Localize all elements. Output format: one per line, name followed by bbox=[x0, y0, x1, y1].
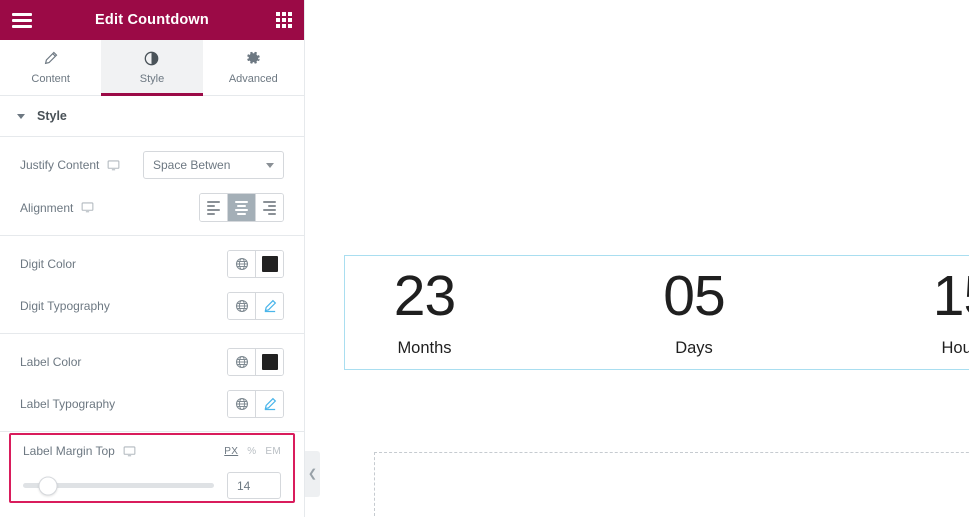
digit-color-global-button[interactable] bbox=[228, 251, 256, 277]
label-margin-top-slider-row: 14 bbox=[23, 472, 281, 499]
label-controls-group: Label Color Label Typography bbox=[0, 334, 304, 432]
justify-content-value: Space Betwen bbox=[153, 158, 231, 172]
globe-icon bbox=[235, 257, 248, 271]
label-margin-top-input[interactable]: 14 bbox=[227, 472, 281, 499]
tab-content[interactable]: Content bbox=[0, 40, 101, 95]
label-typography-controls bbox=[227, 390, 284, 418]
label-typography-label: Label Typography bbox=[20, 397, 116, 411]
countdown-item: 05 Days bbox=[647, 256, 742, 369]
label-color-global-button[interactable] bbox=[228, 349, 256, 375]
chevron-down-icon bbox=[266, 162, 274, 168]
alignment-choice-group bbox=[199, 193, 284, 222]
justify-content-select[interactable]: Space Betwen bbox=[143, 151, 284, 179]
unit-em[interactable]: EM bbox=[265, 446, 281, 457]
unit-px[interactable]: PX bbox=[224, 446, 238, 457]
elementor-editor-screen: Edit Countdown Content Style Advanced St… bbox=[0, 0, 969, 517]
countdown-label: Months bbox=[397, 338, 452, 357]
digit-color-swatch-button[interactable] bbox=[256, 251, 283, 277]
globe-icon bbox=[235, 397, 248, 411]
unit-percent[interactable]: % bbox=[247, 446, 256, 457]
empty-section-dropzone[interactable] bbox=[374, 452, 969, 517]
tab-advanced[interactable]: Advanced bbox=[203, 40, 304, 95]
editor-side-panel: Edit Countdown Content Style Advanced St… bbox=[0, 0, 305, 517]
layout-controls-group: Justify Content Space Betwen Alignment bbox=[0, 137, 304, 236]
tab-style[interactable]: Style bbox=[101, 40, 203, 96]
digit-color-label: Digit Color bbox=[20, 257, 77, 271]
label-margin-top-slider[interactable] bbox=[23, 476, 214, 495]
label-color-label: Label Color bbox=[20, 355, 82, 369]
label-color-swatch bbox=[261, 354, 278, 370]
panel-header: Edit Countdown bbox=[0, 0, 304, 40]
style-section-title: Style bbox=[37, 109, 67, 123]
align-center-icon bbox=[235, 200, 248, 215]
tab-advanced-label: Advanced bbox=[228, 72, 278, 85]
page-title: Edit Countdown bbox=[95, 12, 209, 28]
style-section-header[interactable]: Style bbox=[0, 96, 304, 137]
label-color-controls bbox=[227, 348, 284, 376]
align-right-button[interactable] bbox=[256, 194, 283, 221]
pencil-icon bbox=[43, 51, 58, 66]
digit-color-controls bbox=[227, 250, 284, 278]
alignment-label: Alignment bbox=[20, 200, 74, 215]
countdown-digit: 15 bbox=[932, 263, 969, 328]
unit-switcher: PX % EM bbox=[224, 446, 281, 457]
slider-handle[interactable] bbox=[38, 476, 58, 495]
control-label-margin-top: Label Margin Top PX % EM 14 bbox=[9, 433, 295, 503]
chevron-left-icon: ❮ bbox=[307, 467, 318, 480]
digit-typography-edit-button[interactable] bbox=[256, 293, 283, 319]
digit-typography-global-button[interactable] bbox=[228, 293, 256, 319]
digit-typography-label: Digit Typography bbox=[20, 299, 110, 313]
countdown-item: 15 Hours bbox=[916, 256, 969, 369]
justify-content-label: Justify Content bbox=[20, 158, 100, 172]
gear-icon bbox=[246, 51, 261, 66]
globe-icon bbox=[235, 299, 248, 313]
panel-tabs: Content Style Advanced bbox=[0, 40, 304, 96]
control-justify-content: Justify Content Space Betwen bbox=[20, 151, 284, 179]
digit-color-swatch bbox=[261, 256, 278, 272]
pencil-edit-icon bbox=[264, 397, 276, 411]
countdown-label: Hours bbox=[941, 338, 969, 357]
editor-canvas: 23 Months 05 Days 15 Hours bbox=[306, 0, 969, 517]
control-digit-typography: Digit Typography bbox=[20, 292, 284, 320]
label-margin-top-label: Label Margin Top bbox=[23, 444, 115, 458]
grid-apps-icon[interactable] bbox=[276, 12, 292, 28]
label-typography-global-button[interactable] bbox=[228, 391, 256, 417]
digit-typography-controls bbox=[227, 292, 284, 320]
control-label-color: Label Color bbox=[20, 348, 284, 376]
countdown-item: 23 Months bbox=[377, 256, 472, 369]
caret-down-icon bbox=[17, 113, 25, 119]
pencil-edit-icon bbox=[264, 299, 276, 313]
align-left-button[interactable] bbox=[200, 194, 228, 221]
globe-icon bbox=[235, 355, 248, 369]
desktop-monitor-icon[interactable] bbox=[107, 159, 120, 172]
countdown-digit: 23 bbox=[393, 263, 456, 328]
countdown-digit: 05 bbox=[663, 263, 725, 328]
label-typography-edit-button[interactable] bbox=[256, 391, 283, 417]
align-center-button[interactable] bbox=[228, 194, 256, 221]
panel-collapse-handle[interactable]: ❮ bbox=[305, 451, 320, 497]
digit-controls-group: Digit Color Digit Typography bbox=[0, 236, 304, 334]
label-margin-top-header: Label Margin Top PX % EM bbox=[23, 444, 281, 458]
desktop-monitor-icon[interactable] bbox=[81, 201, 94, 214]
control-label-typography: Label Typography bbox=[20, 390, 284, 418]
align-left-icon bbox=[207, 200, 220, 215]
label-color-swatch-button[interactable] bbox=[256, 349, 283, 375]
align-right-icon bbox=[263, 200, 276, 215]
tab-style-label: Style bbox=[139, 72, 165, 85]
control-alignment: Alignment bbox=[20, 193, 284, 222]
countdown-label: Days bbox=[675, 338, 713, 357]
desktop-monitor-icon[interactable] bbox=[123, 445, 136, 458]
control-digit-color: Digit Color bbox=[20, 250, 284, 278]
countdown-widget[interactable]: 23 Months 05 Days 15 Hours bbox=[344, 255, 969, 370]
contrast-circle-icon bbox=[144, 51, 159, 66]
tab-content-label: Content bbox=[31, 72, 70, 85]
